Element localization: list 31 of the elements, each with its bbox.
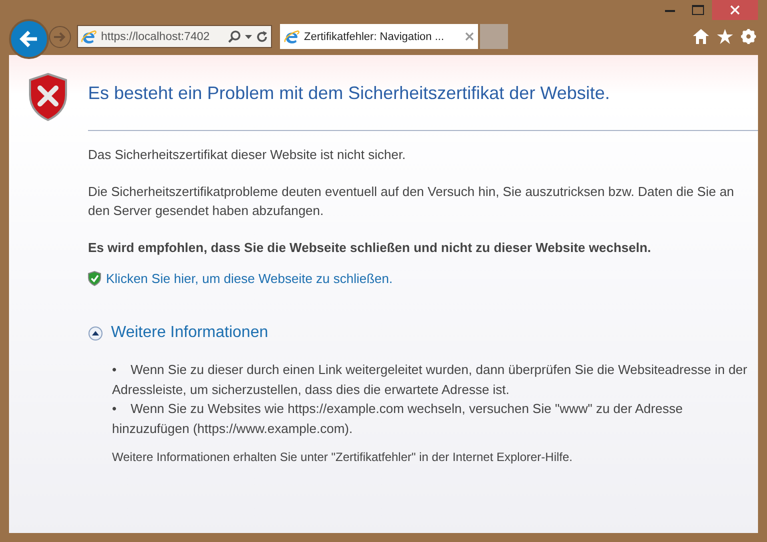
check-shield-icon <box>88 271 101 286</box>
address-text: https://localhost:7402 <box>101 30 211 42</box>
collapse-icon[interactable] <box>88 326 103 340</box>
minimize-icon <box>665 8 675 12</box>
more-info-toggle[interactable]: Weitere Informationen <box>111 324 268 342</box>
settings-icon[interactable] <box>741 29 756 44</box>
dropdown-caret-icon[interactable] <box>245 34 252 38</box>
page-heading: Es besteht ein Problem mit dem Sicherheitszertifikat der Website. <box>88 83 758 131</box>
address-bar[interactable]: https://localhost:7402 <box>77 25 272 48</box>
close-button[interactable] <box>712 0 758 20</box>
forward-arrow-icon <box>53 30 67 42</box>
search-icon[interactable] <box>228 30 241 43</box>
browser-logo-icon <box>284 28 300 44</box>
star-icon[interactable] <box>717 29 733 44</box>
error-shield-icon <box>28 73 68 121</box>
browser-logo-icon <box>81 28 97 44</box>
paragraph: Es wird empfohlen, dass Sie die Webseite schließen und nicht zu dieser Website wechseln. <box>88 239 652 257</box>
close-page-link[interactable]: Klicken Sie hier, um diese Webseite zu schließen. <box>106 271 393 286</box>
back-arrow-icon <box>19 30 39 48</box>
maximize-icon <box>692 5 704 15</box>
paragraph: Die Sicherheitszertifikatprobleme deuten eventuell auf den Versuch hin, Sie auszutricksen bzw. Daten die Sie an den Server gesendet haben abzufangen. <box>88 183 736 220</box>
paragraph: Das Sicherheitszertifikat dieser Website ist nicht sicher. <box>88 146 407 164</box>
info-bullet-text: • Wenn Sie zu dieser durch einen Link weitergeleitet wurden, dann überprüfen Sie die Websiteadresse in der Adressleiste, um sicherzustellen, dass dies die erwartete Adresse ist. <box>112 361 748 398</box>
refresh-icon[interactable] <box>256 30 268 42</box>
close-tab-icon[interactable] <box>465 32 474 41</box>
help-note: Weitere Informationen erhalten Sie unter "Zertifikatfehler" in der Internet Explorer-Hilfe. <box>112 450 574 464</box>
info-bullet-text: • Wenn Sie zu Websites wie https://example.com wechseln, versuchen Sie "www" zu der Adresse hinzuzufügen (https://www.example.com). <box>112 400 684 438</box>
close-icon <box>730 5 740 15</box>
browser-tab[interactable]: Zertifikatfehler: Navigation ... <box>280 24 478 49</box>
back-button[interactable] <box>9 18 49 58</box>
home-icon[interactable] <box>693 29 709 44</box>
